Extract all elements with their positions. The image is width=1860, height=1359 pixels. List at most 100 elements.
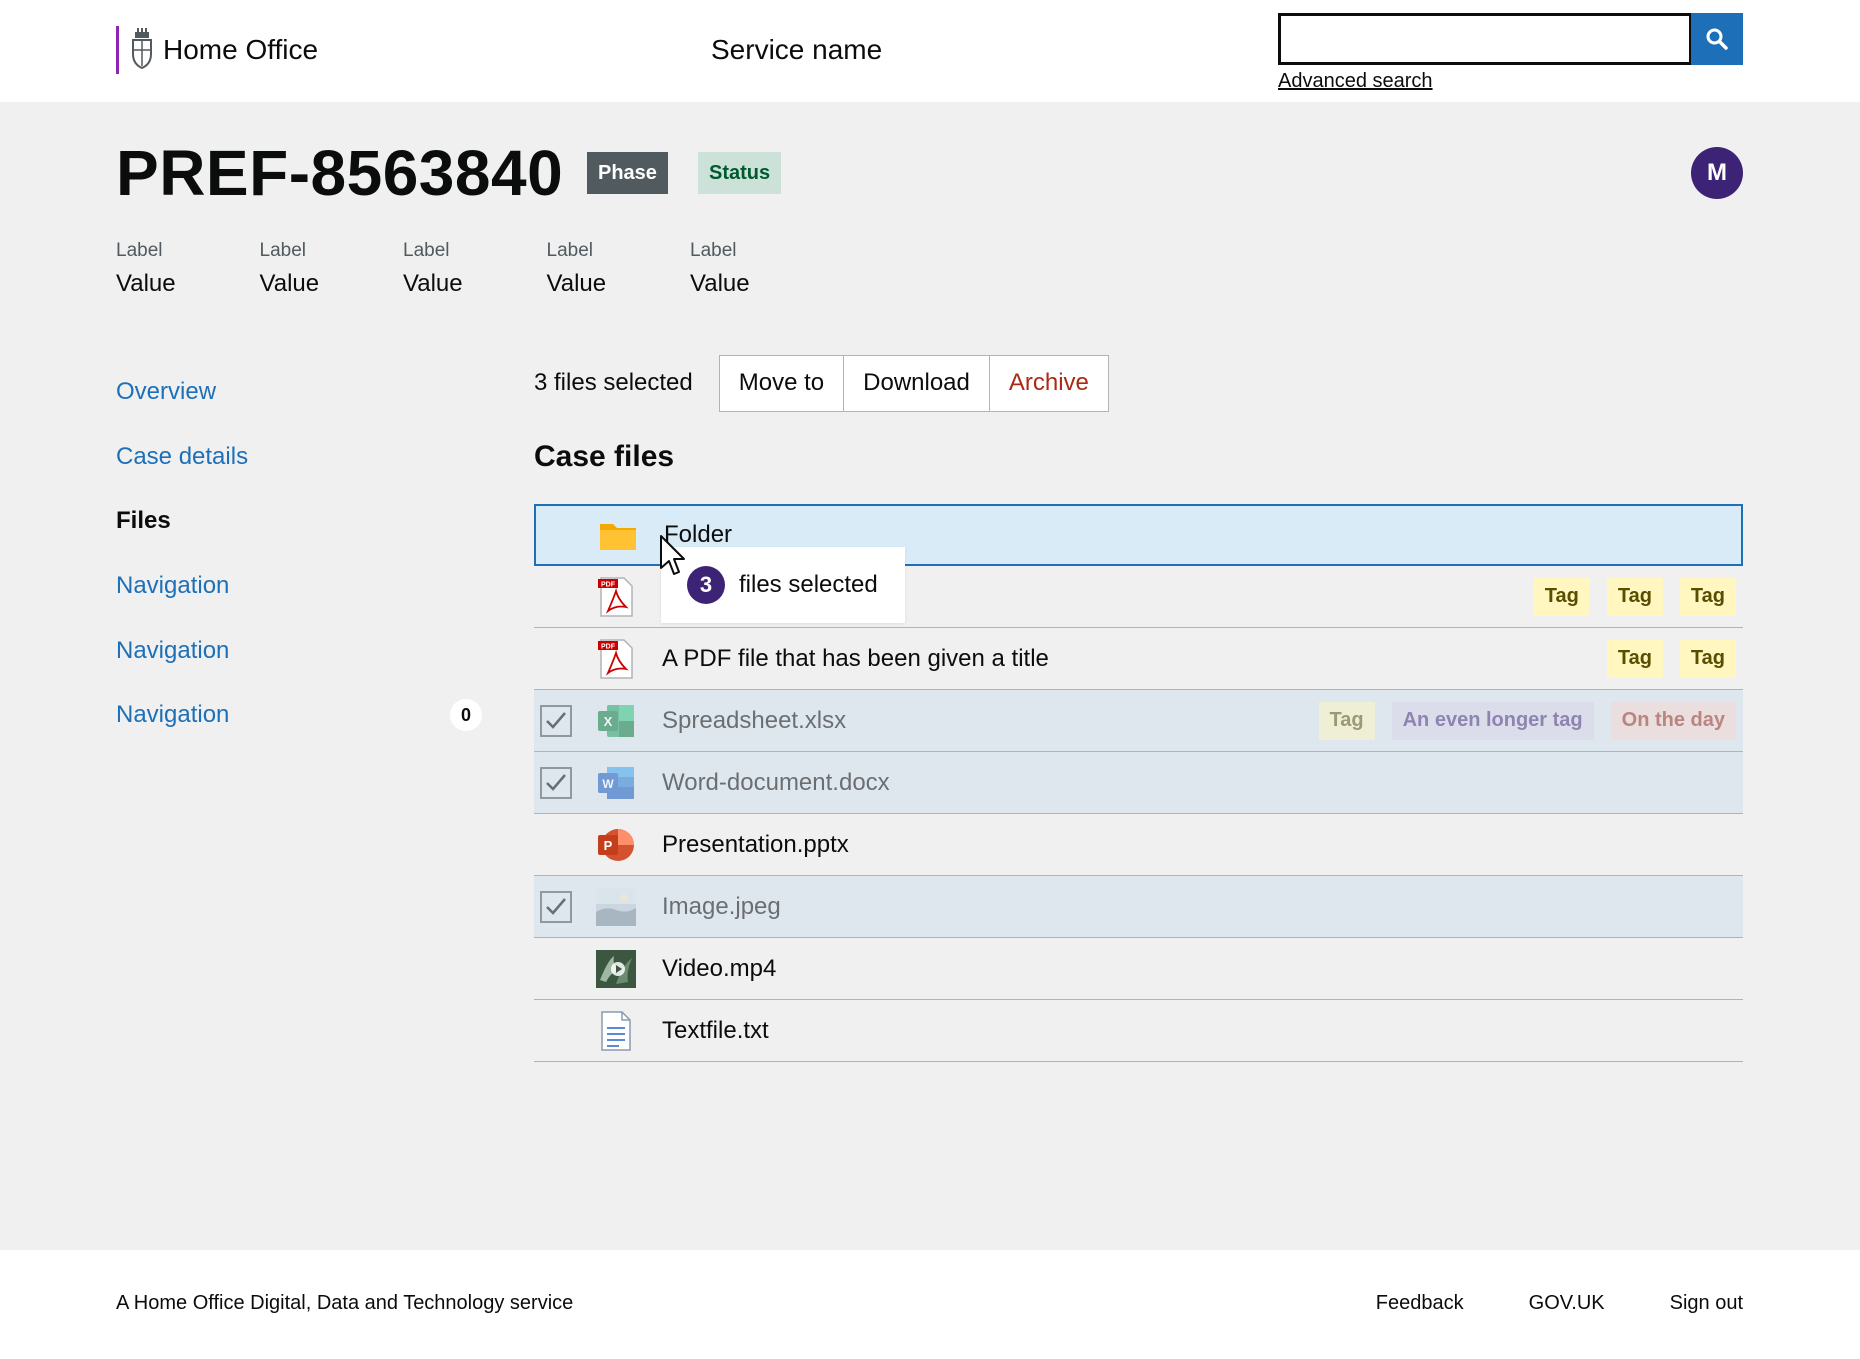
- summary-value: Value: [690, 270, 750, 297]
- sign-out-link[interactable]: Sign out: [1670, 1292, 1743, 1315]
- video-icon: [596, 949, 636, 989]
- case-summary: Label Value Label Value Label Value Labe…: [116, 240, 834, 298]
- summary-label: Label: [690, 240, 737, 261]
- file-row[interactable]: P Presentation.pptx: [534, 814, 1743, 876]
- file-name: Image.jpeg: [662, 892, 781, 920]
- nav-count-badge: 0: [450, 699, 482, 732]
- drag-count-badge: 3: [687, 566, 725, 604]
- checkbox-checked[interactable]: [540, 766, 572, 799]
- section-title: Case files: [534, 440, 675, 473]
- text-file-icon: [596, 1010, 636, 1051]
- summary-item: Label Value: [260, 240, 404, 298]
- footer-links: Feedback GOV.UK Sign out: [1376, 1292, 1743, 1315]
- file-tag: Tag: [1679, 639, 1736, 678]
- file-tag: Tag: [1606, 577, 1663, 616]
- advanced-search-link[interactable]: Advanced search: [1278, 70, 1433, 93]
- summary-value: Value: [116, 270, 176, 297]
- download-button[interactable]: Download: [844, 355, 990, 411]
- mouse-cursor-icon: [660, 535, 685, 575]
- site-footer: A Home Office Digital, Data and Technolo…: [0, 1250, 1860, 1359]
- nav-item-navigation[interactable]: Navigation: [116, 618, 482, 683]
- checkmark-icon: [546, 773, 566, 791]
- checkbox-checked[interactable]: [540, 704, 572, 737]
- summary-item: Label Value: [116, 240, 260, 298]
- svg-text:P: P: [604, 838, 613, 853]
- file-tag: Tag: [1679, 577, 1736, 616]
- tag-list: Tag Tag: [1606, 639, 1736, 678]
- file-row-selected[interactable]: X Spreadsheet.xlsx Tag An even longer ta…: [534, 690, 1743, 752]
- search-icon: [1706, 28, 1728, 50]
- file-name: Spreadsheet.xlsx: [662, 706, 847, 734]
- file-tag: Tag: [1606, 639, 1663, 678]
- file-tag: On the day: [1610, 701, 1736, 740]
- status-tag: Status: [698, 152, 782, 194]
- file-name: Presentation.pptx: [662, 830, 849, 858]
- summary-label: Label: [116, 240, 163, 261]
- avatar[interactable]: M: [1691, 147, 1743, 199]
- summary-item: Label Value: [690, 240, 834, 298]
- nav-item-navigation[interactable]: Navigation 0: [116, 683, 482, 748]
- checkbox-checked[interactable]: [540, 890, 572, 923]
- nav-item-navigation[interactable]: Navigation: [116, 554, 482, 619]
- summary-item: Label Value: [547, 240, 691, 298]
- svg-text:PDF: PDF: [601, 643, 616, 650]
- govuk-link[interactable]: GOV.UK: [1529, 1292, 1605, 1315]
- nav-item-overview[interactable]: Overview: [116, 360, 482, 425]
- file-name: Video.mp4: [662, 954, 777, 982]
- nav-item-files[interactable]: Files: [116, 489, 482, 554]
- summary-value: Value: [403, 270, 463, 297]
- site-header: Home Office Service name Advanced search: [0, 0, 1860, 102]
- tag-list: Tag Tag Tag: [1533, 577, 1736, 616]
- file-tag: Tag: [1318, 701, 1375, 740]
- powerpoint-icon: P: [596, 825, 636, 865]
- feedback-link[interactable]: Feedback: [1376, 1292, 1464, 1315]
- file-name: A PDF file that has been given a title: [662, 644, 1049, 672]
- file-row[interactable]: PDF A PDF file that has been given a tit…: [534, 628, 1743, 690]
- svg-text:W: W: [602, 777, 614, 791]
- service-name[interactable]: Service name: [711, 34, 882, 66]
- file-row-selected[interactable]: W Word-document.docx: [534, 752, 1743, 814]
- selected-count-text: 3 files selected: [534, 369, 693, 396]
- selection-action-bar: 3 files selected Move to Download Archiv…: [534, 354, 1109, 412]
- summary-label: Label: [546, 240, 594, 261]
- pdf-icon: PDF: [596, 576, 636, 617]
- word-icon: W: [596, 763, 636, 803]
- summary-value: Value: [259, 270, 320, 297]
- search-button[interactable]: [1691, 13, 1743, 65]
- action-button-group: Move to Download Archive: [718, 354, 1109, 412]
- summary-value: Value: [546, 270, 607, 297]
- file-tag: Tag: [1533, 577, 1590, 616]
- file-row-selected[interactable]: Image.jpeg: [534, 876, 1743, 938]
- crest-icon: [132, 28, 152, 70]
- side-navigation: Overview Case details Files Navigation N…: [116, 360, 482, 748]
- move-to-button[interactable]: Move to: [719, 355, 845, 411]
- drag-text: files selected: [739, 571, 878, 598]
- folder-icon: [598, 515, 638, 555]
- summary-label: Label: [403, 240, 450, 261]
- checkmark-icon: [546, 897, 566, 915]
- nav-item-label: Navigation: [116, 701, 230, 729]
- file-row[interactable]: Textfile.txt: [534, 1000, 1743, 1062]
- file-name: Word-document.docx: [662, 768, 890, 796]
- logo-text: Home Office: [163, 34, 319, 65]
- nav-item-case-details[interactable]: Case details: [116, 425, 482, 490]
- svg-text:X: X: [604, 714, 613, 729]
- footer-meta-text: A Home Office Digital, Data and Technolo…: [116, 1292, 574, 1314]
- summary-label: Label: [259, 240, 307, 261]
- tag-list: Tag An even longer tag On the day: [1318, 701, 1736, 740]
- summary-item: Label Value: [403, 240, 547, 298]
- file-tag: An even longer tag: [1391, 701, 1594, 740]
- archive-button[interactable]: Archive: [989, 355, 1108, 411]
- page-title: PREF-8563840: [116, 137, 564, 209]
- svg-text:PDF: PDF: [601, 581, 616, 588]
- checkmark-icon: [546, 711, 566, 729]
- image-icon: [596, 887, 636, 927]
- pdf-icon: PDF: [596, 638, 636, 679]
- file-row[interactable]: Video.mp4: [534, 938, 1743, 1000]
- file-name: Textfile.txt: [662, 1016, 769, 1044]
- excel-icon: X: [596, 701, 636, 741]
- search-input[interactable]: [1278, 13, 1692, 65]
- home-office-logo[interactable]: Home Office: [116, 26, 318, 74]
- phase-tag: Phase: [587, 152, 668, 194]
- drag-preview: 3 files selected: [661, 547, 905, 623]
